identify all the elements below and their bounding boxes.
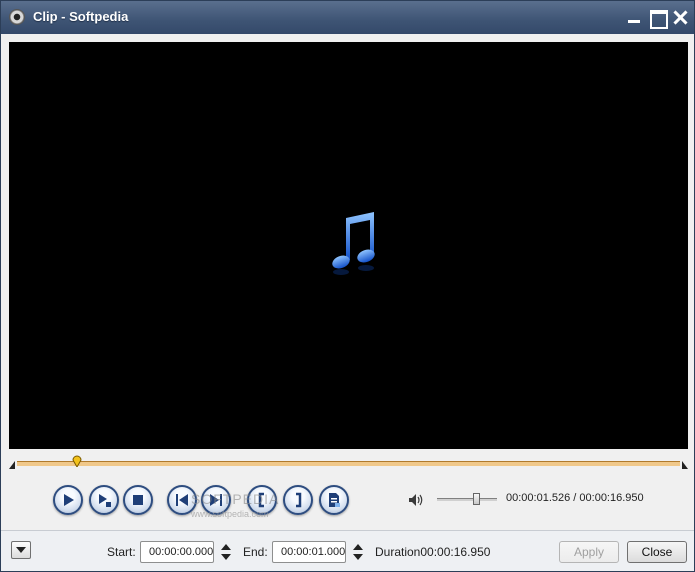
play-icon (64, 494, 74, 506)
play-selection-icon (99, 494, 111, 507)
volume-slider[interactable] (437, 498, 497, 501)
set-end-icon (296, 492, 302, 508)
maximize-icon[interactable] (648, 9, 668, 29)
close-button[interactable]: Close (627, 541, 687, 563)
app-icon (9, 9, 25, 25)
close-icon[interactable] (671, 9, 689, 25)
volume-thumb[interactable] (473, 493, 480, 505)
increase-icon[interactable] (221, 544, 231, 550)
timeline-track[interactable] (17, 461, 680, 466)
start-time-field[interactable]: 00:00:00.000 (140, 541, 214, 563)
apply-button[interactable]: Apply (559, 541, 619, 563)
total-time: 00:00:16.950 (579, 492, 644, 504)
volume-icon[interactable] (408, 493, 426, 507)
play-button[interactable] (53, 485, 83, 515)
stop-button[interactable] (123, 485, 153, 515)
end-label: End: (243, 545, 268, 559)
clip-window: Clip - Softpedia SOFTPEDIA www.softpedia… (0, 0, 695, 572)
end-time-stepper[interactable] (350, 541, 366, 563)
set-end-button[interactable] (283, 485, 313, 515)
window-title: Clip - Softpedia (33, 9, 129, 24)
start-label: Start: (107, 545, 136, 559)
decrease-icon[interactable] (353, 554, 363, 560)
export-clip-button[interactable] (319, 485, 349, 515)
timeline-end-marker[interactable] (682, 461, 688, 469)
end-time-field[interactable]: 00:00:01.000 (272, 541, 346, 563)
time-readout: 00:00:01.526 / 00:00:16.950 (506, 492, 644, 504)
watermark-url: www.softpedia.com (191, 509, 269, 519)
watermark: SOFTPEDIA (191, 491, 280, 507)
start-time-stepper[interactable] (218, 541, 234, 563)
playback-controls: SOFTPEDIA www.softpedia.com 00:00:01.526… (1, 479, 694, 523)
export-clip-icon (329, 493, 340, 507)
minimize-icon[interactable] (625, 9, 643, 25)
duration-readout: Duration00:00:16.950 (375, 545, 490, 559)
stop-icon (133, 495, 143, 505)
duration-value: 00:00:16.950 (420, 545, 491, 559)
chevron-down-icon[interactable] (11, 541, 31, 559)
decrease-icon[interactable] (221, 554, 231, 560)
clip-settings-bar: Start: 00:00:00.000 End: 00:00:01.000 Du… (1, 530, 694, 571)
timeline[interactable] (9, 453, 688, 475)
timeline-start-marker[interactable] (9, 461, 15, 469)
play-selection-button[interactable] (89, 485, 119, 515)
title-bar[interactable]: Clip - Softpedia (1, 1, 694, 34)
video-preview (9, 42, 688, 449)
increase-icon[interactable] (353, 544, 363, 550)
timeline-thumb[interactable] (72, 453, 82, 467)
current-time: 00:00:01.526 (506, 492, 571, 504)
previous-frame-icon (176, 494, 188, 506)
duration-label: Duration (375, 545, 421, 559)
music-note-icon (332, 212, 375, 275)
